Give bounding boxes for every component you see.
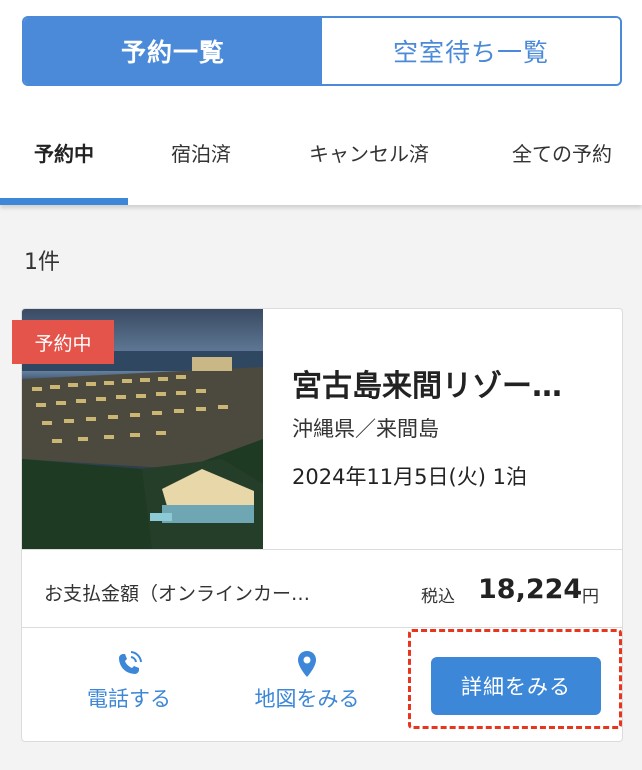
map-pin-icon [298, 651, 316, 677]
phone-ringing-icon [119, 651, 142, 674]
active-tab-indicator [0, 198, 128, 205]
divider [22, 627, 622, 628]
header: 予約一覧 空室待ち一覧 予約中 宿泊済 キャンセル済 全ての予約 [0, 0, 642, 205]
hotel-name[interactable]: 宮古島来間リゾー… [292, 361, 602, 405]
map-button[interactable]: 地図をみる [222, 649, 392, 713]
status-badge: 予約中 [12, 320, 114, 364]
tab-cancelled[interactable]: キャンセル済 [274, 110, 464, 194]
tab-all[interactable]: 全ての予約 [464, 110, 642, 194]
tab-stayed[interactable]: 宿泊済 [128, 110, 274, 194]
call-label: 電話する [87, 687, 171, 711]
reservation-list-button[interactable]: 予約一覧 [24, 18, 322, 84]
tax-label: 税込 [421, 587, 455, 607]
map-label: 地図をみる [254, 687, 360, 711]
tab-reserved[interactable]: 予約中 [0, 110, 128, 194]
view-details-button[interactable]: 詳細をみる [431, 657, 601, 715]
result-count: 1件 [24, 250, 60, 275]
status-tabs: 予約中 宿泊済 キャンセル済 全ての予約 [0, 110, 642, 205]
currency-label: 円 [582, 587, 599, 607]
payment-label: お支払金額（オンラインカー… [44, 583, 311, 605]
hotel-area: 沖縄県／来間島 [292, 417, 439, 441]
stay-dates: 2024年11月5日(火) 1泊 [292, 465, 527, 489]
call-button[interactable]: 電話する [44, 649, 214, 713]
divider [22, 549, 622, 550]
list-toggle: 予約一覧 空室待ち一覧 [22, 16, 622, 86]
price: 18,224 [478, 574, 583, 605]
reservation-card[interactable]: 宮古島来間リゾー… 沖縄県／来間島 2024年11月5日(火) 1泊 お支払金額… [21, 308, 623, 742]
waitlist-button[interactable]: 空室待ち一覧 [322, 18, 620, 84]
